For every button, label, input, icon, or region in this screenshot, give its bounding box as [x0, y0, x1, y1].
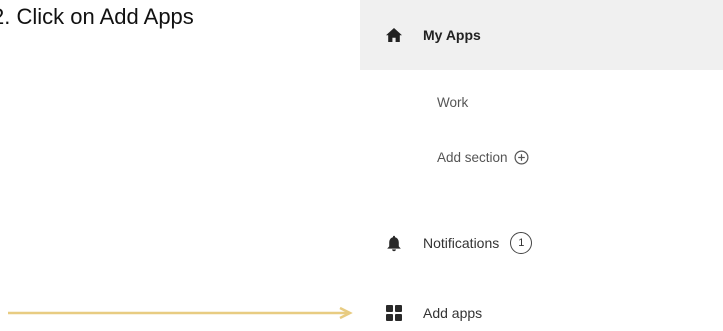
instruction-text: 2. Click on Add Apps [0, 4, 194, 29]
sidebar-item-work[interactable]: Work [437, 88, 468, 116]
sidebar-item-label: Add apps [423, 305, 483, 321]
plus-circle-icon [514, 149, 529, 165]
sidebar-item-my-apps[interactable]: My Apps [360, 17, 723, 53]
add-section-button[interactable]: Add section [437, 143, 529, 171]
home-icon [385, 26, 403, 44]
apps-grid-icon [385, 304, 403, 322]
notification-count-badge: 1 [510, 232, 533, 254]
sidebar-item-add-apps[interactable]: Add apps [360, 295, 723, 331]
sidebar-item-label: Work [437, 94, 469, 110]
add-section-label: Add section [437, 149, 508, 165]
pointer-arrow-icon [8, 306, 353, 320]
sidebar-item-notifications[interactable]: Notifications 1 [360, 225, 723, 261]
sidebar-panel: My Apps Work Add section Notifications 1 [360, 0, 723, 329]
bell-icon [385, 234, 403, 252]
sidebar-item-label: Notifications [423, 235, 500, 251]
sidebar-item-label: My Apps [423, 27, 481, 43]
